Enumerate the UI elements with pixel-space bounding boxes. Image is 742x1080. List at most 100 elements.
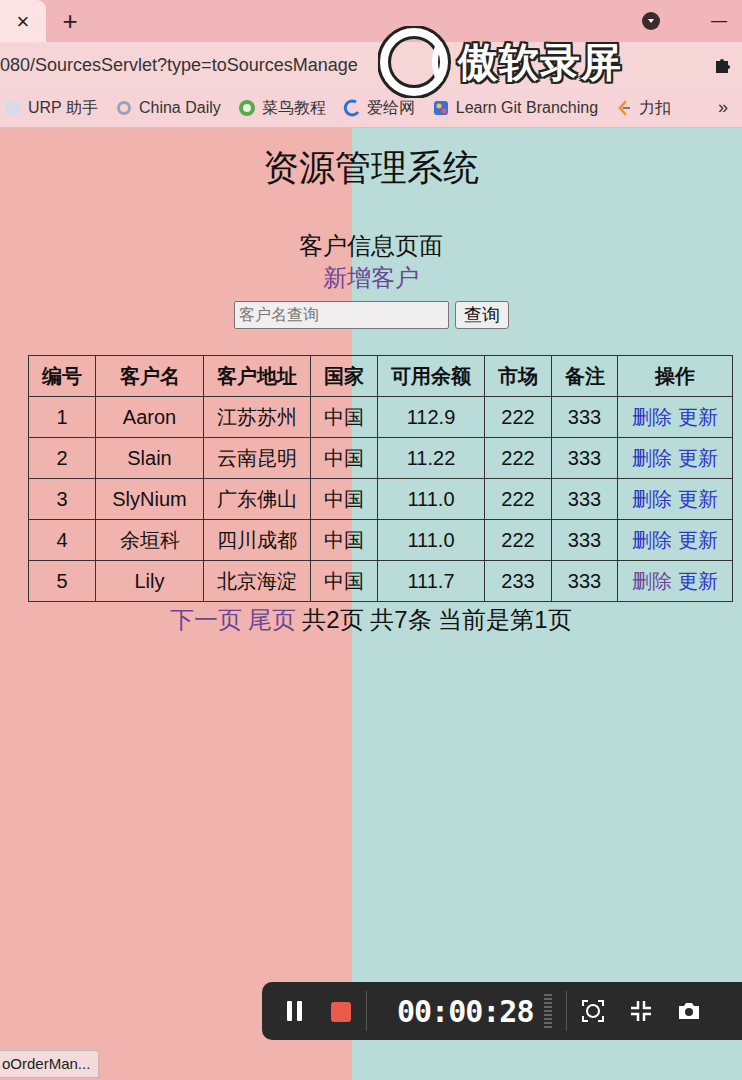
table-cell: 222 bbox=[485, 478, 552, 519]
bookmark-item[interactable]: Learn Git Branching bbox=[432, 96, 598, 120]
tab-search-button[interactable] bbox=[642, 12, 660, 30]
bookmark-item[interactable]: 力扣 bbox=[615, 96, 671, 120]
table-cell: 中国 bbox=[311, 560, 378, 601]
column-header: 客户名 bbox=[96, 355, 204, 396]
table-cell: 4 bbox=[29, 519, 96, 560]
search-row: 查询 bbox=[0, 301, 742, 329]
address-text[interactable]: 080/SourcesServlet?type=toSourcesManage bbox=[0, 52, 702, 79]
delete-link[interactable]: 删除 bbox=[632, 529, 672, 551]
bookmark-icon bbox=[115, 99, 133, 117]
shrink-icon bbox=[629, 999, 653, 1023]
delete-link[interactable]: 删除 bbox=[632, 570, 672, 592]
table-cell: 余垣科 bbox=[96, 519, 204, 560]
pagination: 下一页尾页共2页 共7条 当前是第1页 bbox=[0, 606, 742, 635]
add-row: 新增客户 bbox=[0, 264, 742, 293]
table-body: 1Aaron江苏苏州中国112.9222333删除更新2Slain云南昆明中国1… bbox=[29, 396, 733, 601]
table-cell: 云南昆明 bbox=[204, 437, 311, 478]
column-header: 可用余额 bbox=[378, 355, 485, 396]
column-header: 编号 bbox=[29, 355, 96, 396]
bookmark-label[interactable]: 菜鸟教程 bbox=[262, 96, 326, 120]
table-cell: 江苏苏州 bbox=[204, 396, 311, 437]
table-cell: 中国 bbox=[311, 478, 378, 519]
table-cell: 333 bbox=[552, 478, 618, 519]
stop-button[interactable] bbox=[330, 999, 352, 1023]
page-title: 资源管理系统 bbox=[0, 146, 742, 189]
bookmark-item[interactable]: 菜鸟教程 bbox=[238, 96, 326, 120]
pause-icon bbox=[284, 999, 306, 1023]
bookmark-icon bbox=[615, 99, 633, 117]
search-button[interactable]: 查询 bbox=[455, 301, 509, 329]
table-cell: 中国 bbox=[311, 437, 378, 478]
table-cell: Aaron bbox=[96, 396, 204, 437]
minimize-button[interactable]: — bbox=[696, 0, 742, 42]
table-cell: 333 bbox=[552, 437, 618, 478]
actions-cell: 删除更新 bbox=[618, 560, 733, 601]
table-row: 4余垣科四川成都中国111.0222333删除更新 bbox=[29, 519, 733, 560]
table-cell: 111.0 bbox=[378, 519, 485, 560]
actions-cell: 删除更新 bbox=[618, 519, 733, 560]
page-content: 资源管理系统客户信息页面新增客户查询编号客户名客户地址国家可用余额市场备注操作1… bbox=[0, 128, 742, 635]
search-input[interactable] bbox=[234, 301, 449, 329]
page-subtitle: 客户信息页面 bbox=[0, 232, 742, 261]
table-cell: 333 bbox=[552, 519, 618, 560]
page-link[interactable]: 尾页 bbox=[248, 606, 296, 633]
bookmark-label[interactable]: URP 助手 bbox=[28, 96, 98, 120]
update-link[interactable]: 更新 bbox=[678, 488, 718, 510]
bookmark-label[interactable]: China Daily bbox=[139, 96, 221, 120]
bookmarks-bar: URP 助手 China Daily 菜鸟教程 爱给网 Learn Git Branch… bbox=[0, 88, 742, 128]
column-header: 国家 bbox=[311, 355, 378, 396]
new-tab-button[interactable]: + bbox=[46, 0, 94, 42]
delete-link[interactable]: 删除 bbox=[632, 447, 672, 469]
toolbar-divider bbox=[566, 991, 567, 1031]
bookmark-icon bbox=[4, 99, 22, 117]
shrink-button[interactable] bbox=[629, 999, 653, 1024]
bookmark-icon bbox=[432, 99, 450, 117]
table-cell: 111.7 bbox=[378, 560, 485, 601]
delete-link[interactable]: 删除 bbox=[632, 406, 672, 428]
recorder-logo-icon bbox=[378, 26, 452, 98]
toolbar-grip bbox=[544, 994, 552, 1028]
column-header: 备注 bbox=[552, 355, 618, 396]
table-cell: 333 bbox=[552, 560, 618, 601]
address-bar[interactable]: 080/SourcesServlet?type=toSourcesManage bbox=[0, 42, 742, 88]
table-cell: 1 bbox=[29, 396, 96, 437]
table-cell: 中国 bbox=[311, 396, 378, 437]
pause-button[interactable] bbox=[284, 999, 306, 1024]
customer-table: 编号客户名客户地址国家可用余额市场备注操作1Aaron江苏苏州中国112.922… bbox=[28, 355, 733, 602]
table-cell: 222 bbox=[485, 437, 552, 478]
delete-link[interactable]: 删除 bbox=[632, 488, 672, 510]
actions-cell: 删除更新 bbox=[618, 478, 733, 519]
page-info: 共2页 共7条 当前是第1页 bbox=[302, 606, 571, 633]
update-link[interactable]: 更新 bbox=[678, 570, 718, 592]
table-cell: 11.22 bbox=[378, 437, 485, 478]
actions-cell: 删除更新 bbox=[618, 396, 733, 437]
screenshot-button[interactable] bbox=[677, 999, 701, 1024]
add-customer-link[interactable]: 新增客户 bbox=[323, 264, 419, 291]
recorder-watermark: 傲软录屏 bbox=[378, 26, 622, 98]
table-cell: 333 bbox=[552, 396, 618, 437]
bookmark-label[interactable]: 力扣 bbox=[639, 96, 671, 120]
bookmark-item[interactable]: URP 助手 bbox=[4, 96, 98, 120]
more-bookmarks-button[interactable]: » bbox=[718, 94, 742, 121]
watermark-text: 傲软录屏 bbox=[458, 32, 622, 92]
bookmark-item[interactable]: China Daily bbox=[115, 96, 221, 120]
tab-close-button[interactable]: × bbox=[0, 0, 46, 42]
bookmark-item[interactable]: 爱给网 bbox=[343, 96, 415, 120]
update-link[interactable]: 更新 bbox=[678, 406, 718, 428]
table-row: 2Slain云南昆明中国11.22222333删除更新 bbox=[29, 437, 733, 478]
table-row: 1Aaron江苏苏州中国112.9222333删除更新 bbox=[29, 396, 733, 437]
camera-icon bbox=[677, 999, 701, 1023]
extensions-button[interactable] bbox=[702, 55, 742, 75]
tab-spacer bbox=[94, 0, 642, 42]
puzzle-icon bbox=[712, 55, 732, 75]
update-link[interactable]: 更新 bbox=[678, 447, 718, 469]
region-button[interactable] bbox=[581, 999, 605, 1024]
bookmark-label[interactable]: Learn Git Branching bbox=[456, 96, 598, 120]
bookmark-label[interactable]: 爱给网 bbox=[367, 96, 415, 120]
table-cell: 四川成都 bbox=[204, 519, 311, 560]
table-cell: 北京海淀 bbox=[204, 560, 311, 601]
status-bar: oOrderMan... bbox=[0, 1050, 99, 1078]
page-link[interactable]: 下一页 bbox=[170, 606, 242, 633]
update-link[interactable]: 更新 bbox=[678, 529, 718, 551]
table-cell: Slain bbox=[96, 437, 204, 478]
